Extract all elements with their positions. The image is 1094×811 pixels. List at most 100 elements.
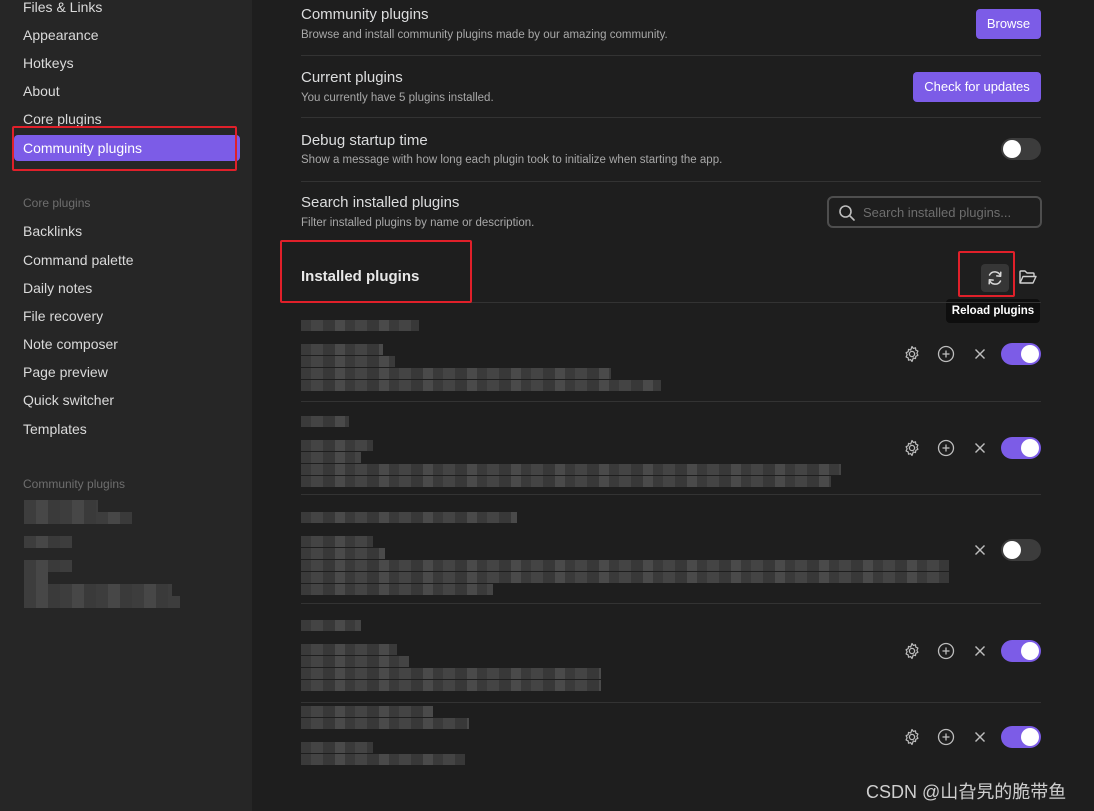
plugin-enable-toggle[interactable] — [1001, 539, 1041, 561]
plugin-desc-redacted — [301, 680, 601, 691]
sidebar-item-files-links[interactable]: Files & Links — [14, 0, 240, 20]
plugin-settings-button[interactable] — [902, 641, 922, 661]
close-icon — [975, 443, 985, 453]
sidebar-item-redacted[interactable] — [24, 512, 132, 524]
plus-circle-icon — [937, 439, 955, 457]
plugin-desc-redacted — [301, 548, 385, 559]
sidebar-item-page-preview[interactable]: Page preview — [14, 359, 240, 385]
sidebar-item-appearance[interactable]: Appearance — [14, 22, 240, 48]
plugin-settings-button[interactable] — [902, 344, 922, 364]
plugin-desc-redacted — [301, 644, 397, 655]
search-installed-plugins-input[interactable] — [863, 203, 1033, 221]
toggle-knob — [1003, 541, 1021, 559]
sidebar-item-quick-switcher[interactable]: Quick switcher — [14, 387, 240, 413]
reload-plugins-button[interactable] — [981, 264, 1009, 292]
search-installed-plugins-field[interactable] — [827, 196, 1042, 228]
sidebar-item-core-plugins[interactable]: Core plugins — [14, 106, 240, 132]
sidebar-heading-core-plugins: Core plugins — [23, 196, 91, 210]
sidebar-item-redacted[interactable] — [24, 536, 72, 548]
plugin-hotkeys-button[interactable] — [936, 641, 956, 661]
toggle-knob — [1003, 140, 1021, 158]
setting-name: Search installed plugins — [301, 194, 460, 211]
plugin-desc-redacted — [301, 368, 611, 379]
toggle-knob — [1021, 439, 1039, 457]
setting-description: Show a message with how long each plugin… — [301, 154, 723, 166]
settings-sidebar: Files & Links Appearance Hotkeys About C… — [0, 0, 252, 811]
plugin-uninstall-button[interactable] — [970, 540, 990, 560]
plugin-desc-redacted — [301, 380, 661, 391]
sidebar-item-redacted[interactable] — [24, 572, 48, 584]
close-icon — [975, 545, 985, 555]
sidebar-item-hotkeys[interactable]: Hotkeys — [14, 50, 240, 76]
plugin-desc-redacted — [301, 356, 395, 367]
plus-circle-icon — [937, 728, 955, 746]
plugin-hotkeys-button[interactable] — [936, 727, 956, 747]
plugin-desc-redacted — [301, 476, 831, 487]
plugin-desc-redacted — [301, 656, 409, 667]
plugin-enable-toggle[interactable] — [1001, 640, 1041, 662]
plugin-item — [301, 402, 1041, 495]
sidebar-item-redacted[interactable] — [24, 596, 180, 608]
open-plugins-folder-button[interactable] — [1017, 266, 1039, 288]
check-for-updates-button[interactable]: Check for updates — [913, 72, 1041, 102]
plugin-item — [301, 495, 1041, 604]
browse-button[interactable]: Browse — [976, 9, 1041, 39]
settings-content: Community plugins Browse and install com… — [252, 0, 1094, 811]
search-icon — [838, 204, 856, 227]
gear-icon — [905, 642, 919, 660]
debug-startup-toggle[interactable] — [1001, 138, 1041, 160]
plugin-uninstall-button[interactable] — [970, 727, 990, 747]
plugin-uninstall-button[interactable] — [970, 344, 990, 364]
plugin-hotkeys-button[interactable] — [936, 344, 956, 364]
plugin-name-redacted — [301, 706, 433, 717]
sidebar-item-backlinks[interactable]: Backlinks — [14, 218, 240, 244]
plugin-settings-button[interactable] — [902, 727, 922, 747]
plugin-name-redacted — [301, 718, 469, 729]
plugin-desc-redacted — [301, 440, 373, 451]
plugin-desc-redacted — [301, 536, 373, 547]
plugin-name-redacted — [301, 320, 419, 331]
plugin-hotkeys-button[interactable] — [936, 438, 956, 458]
plugin-desc-redacted — [301, 754, 465, 765]
plugin-name-redacted — [301, 512, 517, 523]
setting-name: Debug startup time — [301, 132, 428, 149]
sidebar-item-command-palette[interactable]: Command palette — [14, 247, 240, 273]
sidebar-item-note-composer[interactable]: Note composer — [14, 331, 240, 357]
plugin-name-redacted — [301, 416, 349, 427]
close-icon — [975, 732, 985, 742]
plugin-enable-toggle[interactable] — [1001, 343, 1041, 365]
plugin-desc-redacted — [301, 742, 373, 753]
refresh-icon — [988, 271, 1002, 285]
gear-icon — [905, 439, 919, 457]
plugin-enable-toggle[interactable] — [1001, 726, 1041, 748]
plugin-desc-redacted — [301, 344, 383, 355]
watermark: CSDN @山旮旯的脆带鱼 — [866, 782, 1067, 802]
gear-icon — [905, 345, 919, 363]
plugin-desc-redacted — [301, 560, 949, 571]
toggle-knob — [1021, 728, 1039, 746]
plugin-uninstall-button[interactable] — [970, 438, 990, 458]
plugin-settings-button[interactable] — [902, 438, 922, 458]
sidebar-item-redacted[interactable] — [24, 560, 72, 572]
plugin-desc-redacted — [301, 668, 601, 679]
sidebar-heading-community-plugins: Community plugins — [23, 477, 126, 491]
sidebar-item-daily-notes[interactable]: Daily notes — [14, 275, 240, 301]
plugin-name-redacted — [301, 620, 361, 631]
close-icon — [975, 646, 985, 656]
close-icon — [975, 349, 985, 359]
sidebar-item-redacted[interactable] — [24, 584, 172, 596]
setting-description: Filter installed plugins by name or desc… — [301, 217, 535, 229]
sidebar-item-about[interactable]: About — [14, 78, 240, 104]
installed-plugins-heading: Installed plugins — [301, 268, 420, 285]
sidebar-item-file-recovery[interactable]: File recovery — [14, 303, 240, 329]
plugin-desc-redacted — [301, 572, 949, 583]
sidebar-item-redacted[interactable] — [24, 500, 98, 512]
sidebar-item-community-plugins[interactable]: Community plugins — [14, 135, 240, 161]
plugin-desc-redacted — [301, 452, 361, 463]
plugin-uninstall-button[interactable] — [970, 641, 990, 661]
plugin-desc-redacted — [301, 464, 841, 475]
setting-description: Browse and install community plugins mad… — [301, 29, 668, 41]
sidebar-item-templates[interactable]: Templates — [14, 416, 240, 442]
plugin-enable-toggle[interactable] — [1001, 437, 1041, 459]
plus-circle-icon — [937, 642, 955, 660]
